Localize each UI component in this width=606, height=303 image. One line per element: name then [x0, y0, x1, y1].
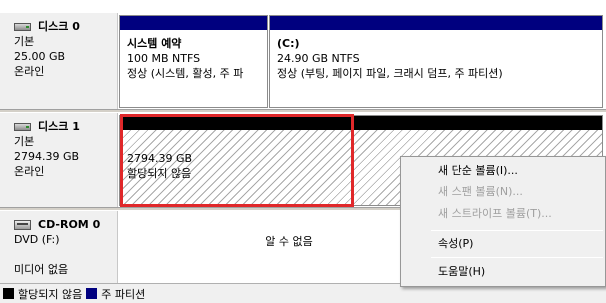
partition-status: 정상 (부팅, 페이지 파일, 크래시 덤프, 주 파티션) [277, 67, 503, 80]
partition-c-drive[interactable]: (C:) 24.90 GB NTFS 정상 (부팅, 페이지 파일, 크래시 덤… [269, 15, 603, 108]
legend-swatch-primary [86, 288, 98, 299]
hard-disk-icon [14, 121, 31, 132]
disk-status: 온라인 [14, 165, 45, 178]
disk-size: 2794.39 GB [14, 150, 80, 163]
legend-label-unallocated: 할당되지 않음 [18, 287, 83, 301]
legend-label-primary: 주 파티션 [101, 287, 146, 301]
legend-swatch-unallocated [3, 288, 14, 299]
hard-disk-icon [14, 21, 31, 32]
menu-item-properties[interactable]: 속성(P) [401, 234, 605, 254]
partition-name: (C:) [277, 37, 300, 50]
disk-name: 디스크 0 [38, 20, 80, 33]
disk-size: 25.00 GB [14, 50, 66, 63]
disk-type: DVD (F:) [14, 233, 60, 246]
menu-item-new-striped-volume[interactable]: 새 스트라이프 볼륨(T)... [401, 204, 605, 224]
disk-0-label[interactable]: 디스크 0 기본 25.00 GB 온라인 [0, 13, 118, 110]
disk-1-label[interactable]: 디스크 1 기본 2794.39 GB 온라인 [0, 113, 118, 208]
partition-system-reserved[interactable]: 시스템 예약 100 MB NTFS 정상 (시스템, 활성, 주 파 [119, 15, 268, 108]
disk-name: 디스크 1 [38, 120, 80, 133]
partition-status: 정상 (시스템, 활성, 주 파 [127, 67, 244, 80]
primary-partition-bar [120, 16, 267, 30]
primary-partition-bar [270, 16, 602, 30]
disk-status: 미디어 없음 [14, 263, 69, 276]
cdrom-0-label[interactable]: CD-ROM 0 DVD (F:) 미디어 없음 [0, 211, 118, 283]
unallocated-bar [120, 116, 602, 130]
disk-name: CD-ROM 0 [38, 218, 101, 231]
cd-drive-icon [14, 219, 31, 231]
partition-size: 100 MB NTFS [127, 52, 201, 65]
menu-item-help[interactable]: 도움말(H) [401, 262, 605, 282]
partition-size: 24.90 GB NTFS [277, 52, 360, 65]
menu-item-new-spanned-volume[interactable]: 새 스팬 볼륨(N)... [401, 182, 605, 202]
disk-status: 온라인 [14, 65, 45, 78]
disk-type: 기본 [14, 135, 35, 148]
context-menu: 새 단순 볼륨(I)... 새 스팬 볼륨(N)... 새 스트라이프 볼륨(T… [400, 156, 606, 287]
menu-item-new-simple-volume[interactable]: 새 단순 볼륨(I)... [401, 161, 605, 181]
menu-separator [431, 257, 603, 258]
disk-type: 기본 [14, 35, 35, 48]
partition-name: 시스템 예약 [127, 37, 182, 50]
menu-separator [431, 230, 603, 231]
